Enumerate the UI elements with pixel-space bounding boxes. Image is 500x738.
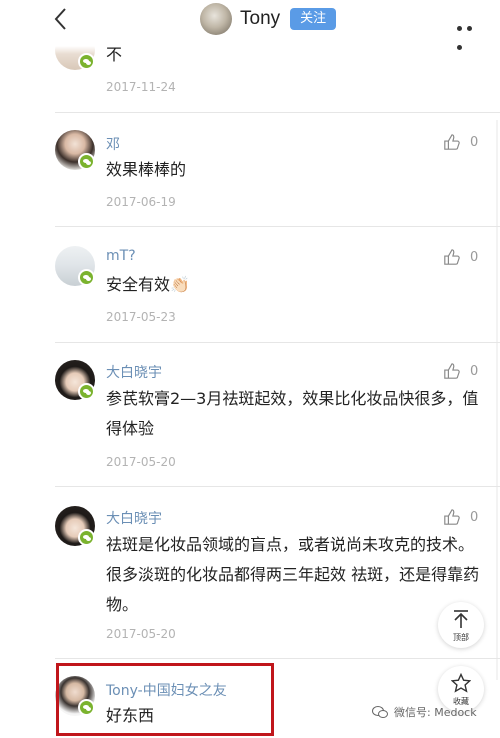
thumbs-up-icon <box>444 134 460 150</box>
like-count: 0 <box>470 509 479 525</box>
divider <box>55 342 500 343</box>
like-count: 0 <box>470 249 479 265</box>
comment-date: 2017-05-20 <box>106 627 176 641</box>
watermark-text: 微信号: Medock <box>394 706 477 719</box>
avatar[interactable] <box>55 506 95 546</box>
divider <box>55 486 500 487</box>
scrollbar[interactable] <box>496 120 498 680</box>
avatar[interactable] <box>55 130 95 170</box>
like-button[interactable]: 0 <box>443 361 485 381</box>
comment-text: 参芪软膏2—3月祛斑起效，效果比化妆品快很多，值得体验 <box>106 389 479 438</box>
wechat-badge-icon <box>78 383 95 400</box>
avatar[interactable] <box>55 246 95 286</box>
more-dots-icon[interactable] <box>457 16 485 50</box>
highlight-box <box>56 663 274 736</box>
comment-username[interactable]: 大白晓宇 <box>106 508 162 528</box>
star-icon <box>451 673 471 693</box>
comment-date: 2017-06-19 <box>106 195 176 209</box>
wechat-badge-icon <box>78 529 95 546</box>
like-count: 0 <box>470 363 479 379</box>
profile-title[interactable]: Tony 关注 <box>200 3 337 35</box>
follow-button[interactable]: 关注 <box>290 8 337 30</box>
comment-date: 2017-05-23 <box>106 310 176 324</box>
comment-text: 效果棒棒的 <box>106 160 187 179</box>
comment-username[interactable]: 大白晓宇 <box>106 362 162 382</box>
comment-text: 不 <box>106 45 123 64</box>
divider <box>55 226 500 227</box>
wechat-badge-icon <box>78 53 95 70</box>
profile-name: Tony <box>240 8 281 29</box>
comment-username[interactable]: mT? <box>106 248 136 264</box>
thumbs-up-icon <box>444 363 460 379</box>
wechat-badge-icon <box>78 269 95 286</box>
back-to-top-label: 顶部 <box>453 633 469 642</box>
like-count: 0 <box>470 134 479 150</box>
like-button[interactable]: 0 <box>443 507 485 527</box>
divider <box>55 112 500 113</box>
like-button[interactable]: 0 <box>443 247 485 267</box>
avatar[interactable] <box>55 30 95 70</box>
comment-text: 祛斑是化妆品领域的盲点，或者说尚未攻克的技术。很多淡斑的化妆品都得两三年起效 祛… <box>106 535 480 614</box>
back-to-top-button[interactable]: 顶部 <box>438 602 484 648</box>
comment-username[interactable]: 邓 <box>106 134 120 154</box>
comment-date: 2017-11-24 <box>106 80 176 94</box>
comment-text: 安全有效👏🏻 <box>106 275 190 294</box>
wechat-badge-icon <box>78 153 95 170</box>
comment-date: 2017-05-20 <box>106 455 176 469</box>
chevron-left-icon[interactable] <box>50 6 72 32</box>
thumbs-up-icon <box>444 249 460 265</box>
wechat-icon <box>372 706 388 718</box>
watermark: 微信号: Medock <box>372 704 477 720</box>
divider <box>55 658 500 659</box>
arrow-up-icon <box>454 610 468 628</box>
avatar[interactable] <box>55 360 95 400</box>
avatar[interactable] <box>200 3 232 35</box>
thumbs-up-icon <box>444 509 460 525</box>
like-button[interactable]: 0 <box>443 132 485 152</box>
